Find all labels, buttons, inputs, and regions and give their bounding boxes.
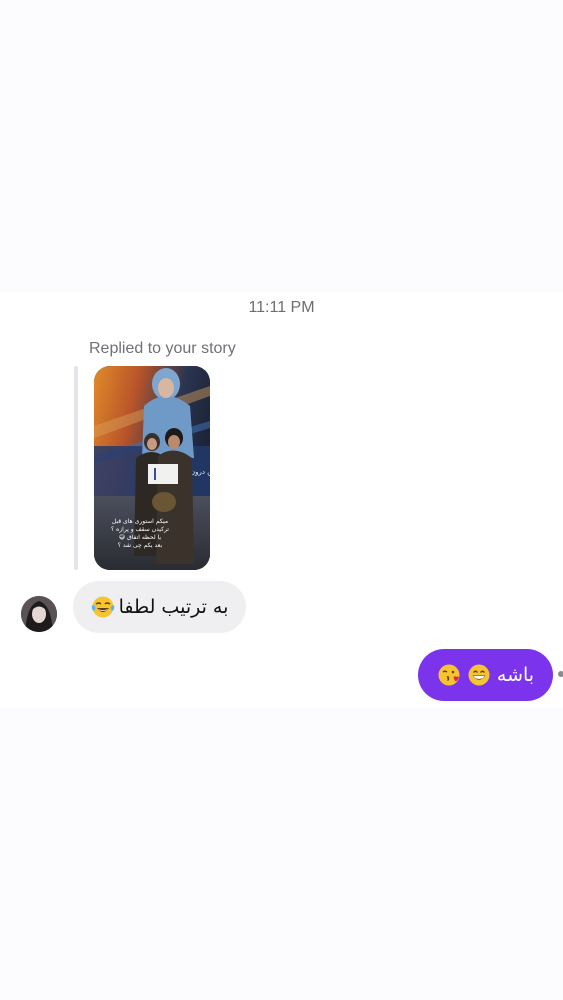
outgoing-message-bubble[interactable]: باشه	[418, 649, 553, 701]
face-with-tears-of-joy-icon	[91, 595, 115, 619]
story-overlay-line: یا لحظه اتفاق 😅	[118, 534, 162, 541]
chat-thread	[0, 292, 563, 708]
face-blowing-kiss-icon	[437, 663, 461, 687]
story-overlay-line: میکم استوری های قبل	[111, 518, 169, 525]
sender-avatar[interactable]	[21, 596, 57, 632]
story-overlay-line: ترکیدن سقف و پرازه ؟	[111, 526, 169, 533]
incoming-message-bubble[interactable]: به ترتیب لطفا	[73, 581, 246, 633]
reply-quote-bar	[74, 366, 78, 570]
seen-indicator	[558, 671, 563, 677]
story-reply-label: Replied to your story	[89, 340, 236, 357]
outgoing-message-text: باشه	[496, 664, 535, 686]
incoming-message-text: به ترتیب لطفا	[118, 596, 229, 618]
story-text-overlay: میکم استوری های قبل ترکیدن سقف و پرازه ؟…	[96, 518, 184, 550]
story-overlay-line: بعد یکم چی شد ؟	[117, 542, 163, 549]
avatar-photo	[21, 596, 57, 632]
story-thumbnail[interactable]: ش درون میکم استوری های قبل ترکیدن سقف و …	[94, 366, 210, 570]
svg-text:ش درون: ش درون	[190, 468, 210, 476]
grinning-face-icon	[467, 663, 491, 687]
message-timestamp: 11:11 PM	[248, 299, 315, 316]
